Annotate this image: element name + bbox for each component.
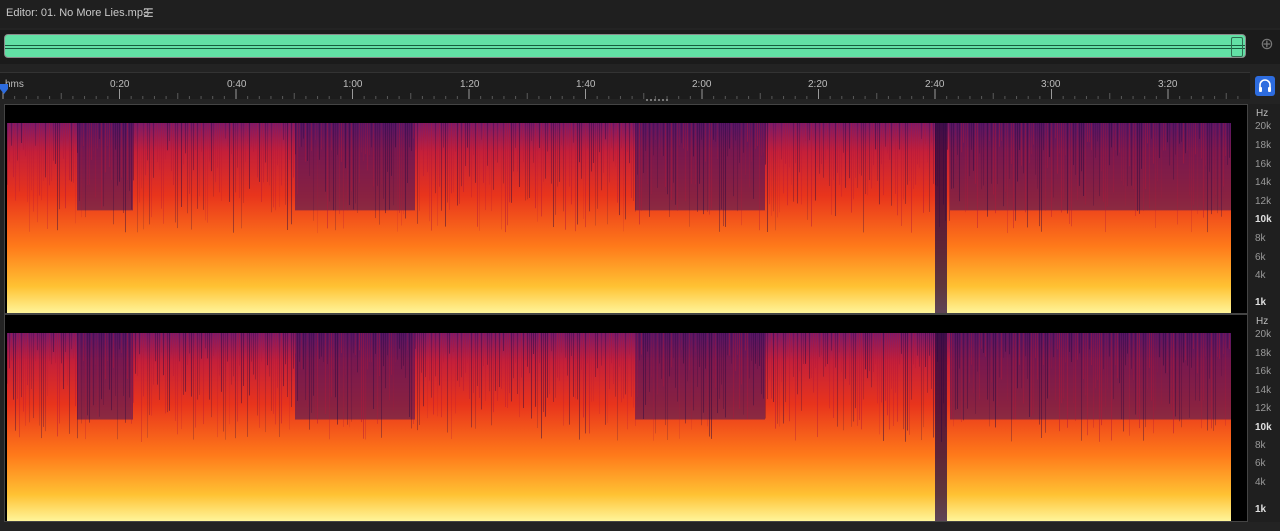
hz-label-18k: 18k bbox=[1255, 140, 1272, 151]
hz-label-14k: 14k bbox=[1255, 385, 1272, 396]
hz-label-18k: 18k bbox=[1255, 348, 1272, 359]
hz-label-16k: 16k bbox=[1255, 159, 1272, 170]
time-label-2-00: 2:00 bbox=[692, 79, 712, 90]
spectral-channel-right[interactable] bbox=[4, 314, 1248, 522]
hz-label-14k: 14k bbox=[1255, 177, 1272, 188]
hz-label-8k: 8k bbox=[1255, 440, 1266, 451]
frequency-scale-right: Hz 20k 18k 16k 14k 12k 10k 8k 6k 4k 1k bbox=[1248, 314, 1280, 522]
editor-title-bar: Editor: 01. No More Lies.mp3 ☰ bbox=[0, 0, 1280, 28]
hz-label-20k: 20k bbox=[1255, 329, 1272, 340]
hz-label-20k: 20k bbox=[1255, 121, 1272, 132]
hz-label-10k: 10k bbox=[1255, 422, 1272, 433]
hz-label-10k: 10k bbox=[1255, 214, 1272, 225]
panel-resize-grip[interactable] bbox=[645, 98, 669, 103]
time-label-2-20: 2:20 bbox=[808, 79, 828, 90]
headphones-icon[interactable] bbox=[1255, 76, 1275, 96]
hz-label-16k: 16k bbox=[1255, 366, 1272, 377]
editor-title: Editor: 01. No More Lies.mp3 bbox=[6, 7, 150, 19]
hz-label-1k: 1k bbox=[1255, 297, 1267, 308]
overview-range-handle[interactable] bbox=[1231, 37, 1243, 57]
playhead-marker-icon[interactable] bbox=[0, 84, 8, 94]
spectrogram-right[interactable] bbox=[5, 315, 1247, 521]
hz-unit-label: Hz bbox=[1256, 108, 1269, 119]
time-label-1-20: 1:20 bbox=[460, 79, 480, 90]
time-label-1-40: 1:40 bbox=[576, 79, 596, 90]
time-label-2-40: 2:40 bbox=[925, 79, 945, 90]
hz-label-12k: 12k bbox=[1255, 403, 1272, 414]
time-label-0-40: 0:40 bbox=[227, 79, 247, 90]
spectrogram-left[interactable] bbox=[5, 105, 1247, 313]
frequency-scale-left: Hz 20k 18k 16k 14k 12k 10k 8k 6k 4k 1k bbox=[1248, 104, 1280, 314]
hz-unit-label: Hz bbox=[1256, 316, 1269, 327]
time-label-1-00: 1:00 bbox=[343, 79, 363, 90]
time-label-0-20: 0:20 bbox=[110, 79, 130, 90]
hz-label-8k: 8k bbox=[1255, 233, 1266, 244]
hz-label-1k: 1k bbox=[1255, 504, 1267, 515]
overview-waveform[interactable] bbox=[4, 34, 1246, 58]
hz-label-4k: 4k bbox=[1255, 477, 1266, 488]
hz-label-6k: 6k bbox=[1255, 458, 1266, 469]
time-label-3-20: 3:20 bbox=[1158, 79, 1178, 90]
time-label-3-00: 3:00 bbox=[1041, 79, 1061, 90]
hz-label-6k: 6k bbox=[1255, 252, 1266, 263]
hz-label-12k: 12k bbox=[1255, 196, 1272, 207]
overview-navigator[interactable]: ⊕ bbox=[0, 30, 1280, 64]
zoom-navigator-icon[interactable]: ⊕ bbox=[1258, 36, 1276, 54]
spectral-channel-left[interactable] bbox=[4, 104, 1248, 314]
hz-label-4k: 4k bbox=[1255, 270, 1266, 281]
time-ruler[interactable]: hms 0:20 0:40 1:00 1:20 1:40 2:00 2:20 2… bbox=[0, 72, 1250, 99]
ruler-ticks bbox=[2, 89, 1239, 99]
hamburger-menu-icon[interactable]: ☰ bbox=[143, 6, 154, 20]
